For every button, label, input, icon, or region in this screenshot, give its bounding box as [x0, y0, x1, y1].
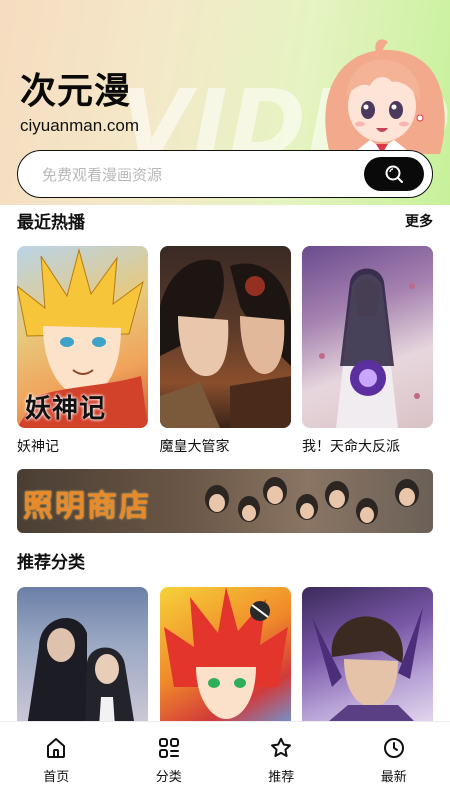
recommend-list — [17, 587, 433, 727]
comic-title: 我！天命大反派 — [302, 439, 400, 455]
comic-title: 妖神记 — [17, 439, 59, 455]
app-title: 次元漫 — [20, 71, 132, 112]
recent-list: 妖神记 妖神记 魔皇大管家 我！天命大反派 — [17, 246, 433, 456]
search-button[interactable] — [364, 157, 424, 191]
more-link[interactable]: 更多 — [405, 211, 433, 231]
banner-title: 照明商店 — [23, 489, 151, 524]
clock-icon — [383, 738, 404, 758]
category-cover[interactable] — [159, 587, 291, 727]
comic-cover-yaoshenji[interactable]: 妖神记 — [17, 246, 148, 428]
category-cover[interactable] — [302, 587, 433, 727]
category-card[interactable] — [302, 587, 433, 727]
comic-card[interactable]: 我！天命大反派 — [302, 246, 433, 456]
cover-art — [27, 618, 135, 727]
search-icon — [385, 165, 403, 183]
mascot-illustration — [325, 39, 445, 154]
recommend-section-title: 推荐分类 — [17, 553, 85, 573]
comic-card[interactable]: 魔皇大管家 — [159, 246, 291, 456]
tab-latest[interactable]: 最新 — [354, 736, 434, 785]
tab-label: 最新 — [380, 770, 407, 785]
tab-label: 推荐 — [268, 770, 295, 785]
tab-label: 分类 — [155, 770, 182, 785]
hero-header: VIDEO 次元漫 ciyuanman.com — [0, 0, 450, 205]
cover-art — [163, 587, 288, 719]
category-card[interactable] — [159, 587, 291, 727]
tab-category[interactable]: 分类 — [129, 736, 209, 785]
search-bar[interactable] — [17, 150, 433, 198]
cover-title-text: 妖神记 — [25, 394, 107, 424]
star-icon — [271, 737, 292, 757]
comic-title: 魔皇大管家 — [159, 439, 230, 455]
category-icon — [158, 738, 179, 758]
tab-label: 首页 — [43, 770, 70, 785]
comic-cover-mohuang[interactable] — [159, 246, 291, 428]
cover-art — [319, 268, 420, 428]
recent-section-title: 最近热播 — [17, 213, 85, 233]
promo-banner[interactable]: 照明商店 — [17, 469, 433, 533]
comic-cover-tianming[interactable] — [302, 246, 433, 428]
recommend-section-header: 推荐分类 — [17, 548, 433, 573]
tab-home[interactable]: 首页 — [16, 736, 96, 785]
tab-recommend[interactable]: 推荐 — [241, 736, 321, 785]
cover-art — [312, 607, 423, 727]
cover-art — [159, 259, 291, 428]
category-cover[interactable] — [17, 587, 148, 727]
category-card[interactable] — [17, 587, 148, 727]
home-icon — [47, 738, 66, 758]
app-domain: ciyuanman.com — [20, 116, 140, 135]
recent-section-header: 最近热播 更多 — [17, 208, 433, 233]
bottom-tab-bar: 首页 分类 推荐 最新 — [0, 721, 450, 800]
comic-card[interactable]: 妖神记 妖神记 — [17, 246, 148, 456]
search-input[interactable] — [42, 163, 342, 187]
